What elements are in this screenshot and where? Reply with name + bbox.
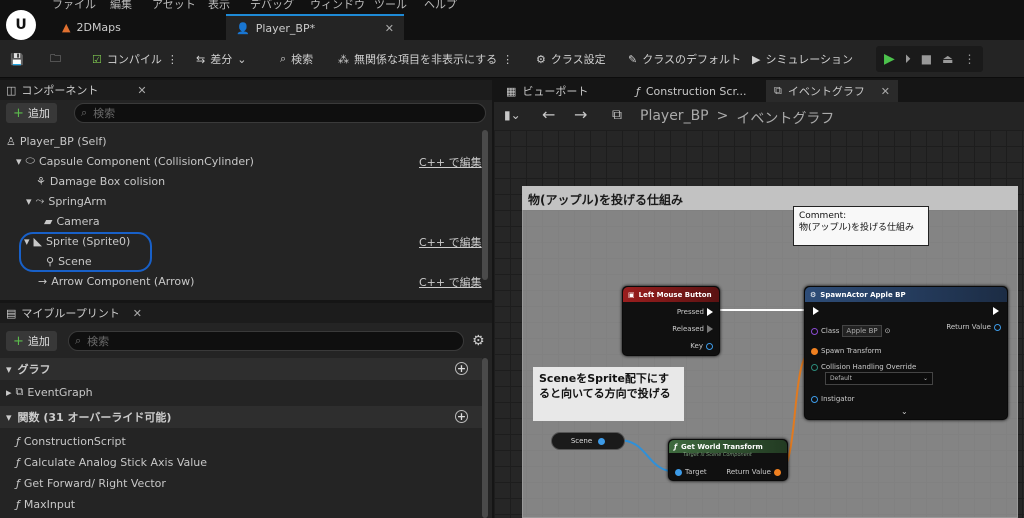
variable-label: Scene [570, 437, 593, 445]
pin-label: Pressed [676, 308, 704, 316]
left-mouse-button-node[interactable]: ▣ Left Mouse Button Pressed Released Key [622, 286, 720, 356]
object-pin-icon [811, 395, 818, 403]
node-title: Left Mouse Button [638, 290, 712, 299]
chevron-down-icon: ⌄ [922, 375, 928, 382]
expand-chevron-icon[interactable]: ⌄ [901, 407, 908, 416]
object-pin-icon [675, 468, 682, 476]
class-pin[interactable]: Class Apple BP ⊙ [811, 325, 890, 337]
get-world-transform-node[interactable]: ƒ Get World Transform Target is Scene Com… [668, 439, 788, 481]
wire-layer [617, 309, 813, 473]
transform-pin-icon [774, 468, 781, 476]
browse-icon[interactable]: ⊙ [885, 327, 891, 335]
spawn-actor-node[interactable]: ⚙ SpawnActor Apple BP Class Apple BP ⊙ Re… [804, 286, 1008, 420]
select-value: Default [830, 375, 852, 382]
exec-out-pin-icon[interactable] [993, 307, 999, 315]
pin-label: Collision Handling Override [821, 363, 917, 371]
class-pin-icon [811, 327, 818, 335]
pin-label: Return Value [946, 323, 991, 331]
pin-label: Released [672, 325, 704, 333]
node-header: ▣ Left Mouse Button [623, 287, 719, 302]
key-pin[interactable]: Key [690, 342, 713, 350]
pressed-pin[interactable]: Pressed [677, 308, 713, 316]
collision-handling-pin[interactable]: Collision Handling Override [811, 363, 916, 371]
object-pin-icon [598, 437, 606, 445]
pin-label: Instigator [821, 395, 855, 403]
mouse-icon: ▣ [628, 290, 635, 299]
exec-in-pin-icon[interactable] [813, 307, 819, 315]
class-select[interactable]: Apple BP [842, 325, 882, 337]
struct-pin-icon [706, 342, 713, 350]
target-pin[interactable]: Target [675, 468, 707, 476]
return-value-pin[interactable]: Return Value [726, 468, 781, 476]
transform-pin-icon [811, 347, 818, 355]
instigator-pin[interactable]: Instigator [811, 395, 854, 403]
released-pin[interactable]: Released [672, 325, 713, 333]
pin-label: Target [685, 468, 707, 476]
enum-pin-icon [811, 363, 818, 371]
spawn-transform-pin[interactable]: Spawn Transform [811, 347, 881, 355]
function-icon: ƒ [674, 442, 678, 451]
exec-pin-icon [707, 325, 713, 333]
node-header: ⚙ SpawnActor Apple BP [805, 287, 1007, 302]
collision-select[interactable]: Default ⌄ [825, 372, 933, 385]
comment-note[interactable]: SceneをSprite配下にすると向いてる方向で投げる [533, 367, 684, 421]
scene-variable-node[interactable]: Scene [551, 432, 625, 450]
exec-pin-icon [707, 308, 713, 316]
object-pin-icon [994, 323, 1001, 331]
node-title: SpawnActor Apple BP [820, 290, 906, 299]
node-title: Get World Transform [681, 442, 763, 451]
pin-label: Key [690, 342, 703, 350]
pin-label: Return Value [726, 468, 771, 476]
pin-label: Spawn Transform [821, 347, 882, 355]
return-value-pin[interactable]: Return Value [946, 323, 1001, 331]
pin-label: Class [821, 327, 840, 335]
spawn-icon: ⚙ [810, 290, 817, 299]
node-subtitle: Target is Scene Component [683, 452, 752, 458]
